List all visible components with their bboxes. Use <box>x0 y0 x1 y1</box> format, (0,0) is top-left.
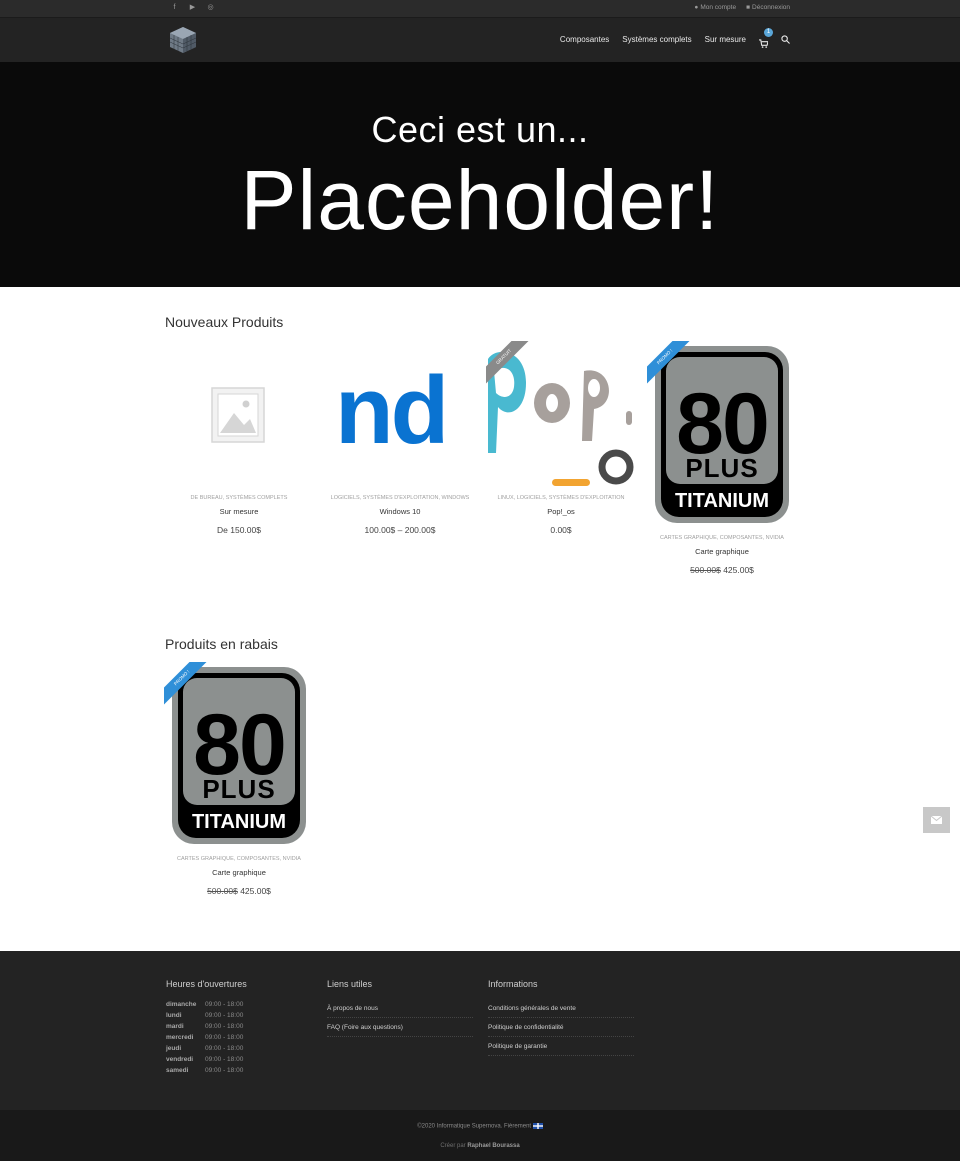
product-price: 500.00$ 425.00$ <box>647 565 797 575</box>
logout-link[interactable]: ■ Déconnexion <box>746 4 790 11</box>
svg-text:PLUS: PLUS <box>202 774 275 804</box>
windows-logo-crop: nd <box>335 357 449 464</box>
hours-row: jeudi 09:00 - 18:00 <box>166 1045 244 1052</box>
credit: Créer par Raphael Bourassa <box>440 1143 520 1149</box>
svg-text:PLUS: PLUS <box>685 453 758 483</box>
cart-icon <box>759 39 769 48</box>
cart-count-badge: 1 <box>764 28 773 37</box>
product-name[interactable]: Carte graphique <box>647 547 797 556</box>
product-card[interactable]: DE BUREAU, SYSTÈMES COMPLETS Sur mesure … <box>164 341 314 535</box>
product-name[interactable]: Windows 10 <box>325 507 475 516</box>
hero-subtitle: Ceci est un... <box>371 109 589 150</box>
product-categories: CARTES GRAPHIQUE, COMPOSANTES, NVIDIA <box>660 535 784 541</box>
product-card[interactable]: 80 PLUS TITANIUM PROMO ! CARTES GRAPHIQU… <box>164 662 314 896</box>
instagram-icon[interactable]: ◎ <box>207 3 214 13</box>
contact-button[interactable] <box>923 807 950 833</box>
links-title: Liens utiles <box>327 979 373 989</box>
credit-author[interactable]: Raphael Bourassa <box>467 1143 519 1149</box>
hours-row: mercredi 09:00 - 18:00 <box>166 1034 244 1041</box>
site-footer: Heures d'ouvertures dimanche 09:00 - 18:0… <box>0 951 960 1110</box>
sale-price: 425.00$ <box>723 565 754 575</box>
product-name[interactable]: Carte graphique <box>164 868 314 877</box>
product-image[interactable]: 80 PLUS TITANIUM PROMO ! <box>647 341 797 534</box>
80plus-titanium-logo: 80 PLUS TITANIUM <box>655 346 789 523</box>
old-price: 500.00$ <box>207 886 238 896</box>
footer-link-about[interactable]: À propos de nous <box>327 999 473 1018</box>
hero-title: Placeholder! <box>240 153 720 247</box>
footer-link-terms[interactable]: Conditions générales de vente <box>488 999 634 1018</box>
product-name[interactable]: Sur mesure <box>164 507 314 516</box>
footer-information: Informations Conditions générales de ven… <box>488 979 634 1056</box>
account-links: ● Mon compte ■ Déconnexion <box>694 4 790 11</box>
nav-composantes[interactable]: Composantes <box>560 35 609 44</box>
cart-button[interactable]: 1 <box>759 28 773 48</box>
product-card[interactable]: 80 PLUS TITANIUM PROMO ! CARTES GRAPHIQU… <box>647 341 797 575</box>
social-links: f ▶ ◎ <box>171 3 214 13</box>
main-nav: Composantes Systèmes complets Sur mesure… <box>560 28 790 48</box>
new-products-title: Nouveaux Produits <box>165 314 284 330</box>
quebec-flag-icon <box>532 1123 543 1129</box>
youtube-icon[interactable]: ▶ <box>189 3 196 13</box>
80plus-titanium-logo: 80 PLUS TITANIUM <box>172 667 306 844</box>
product-price: 100.00$ – 200.00$ <box>364 525 436 535</box>
product-image[interactable]: nd <box>325 341 475 491</box>
product-card[interactable]: GRATUIT LINUX, LOGICIELS, SYSTÈMES D'EXP… <box>486 341 636 535</box>
sale-products-title: Produits en rabais <box>165 636 278 652</box>
product-image[interactable]: GRATUIT <box>486 341 636 491</box>
product-card[interactable]: nd LOGICIELS, SYSTÈMES D'EXPLOITATION, W… <box>325 341 475 535</box>
sale-price: 425.00$ <box>240 886 271 896</box>
hours-title: Heures d'ouvertures <box>166 979 247 989</box>
top-bar: f ▶ ◎ ● Mon compte ■ Déconnexion <box>0 0 960 17</box>
product-image[interactable] <box>164 341 314 491</box>
site-logo[interactable] <box>168 25 198 55</box>
nav-sur-mesure[interactable]: Sur mesure <box>705 35 746 44</box>
hours-row: lundi 09:00 - 18:00 <box>166 1012 244 1019</box>
svg-text:TITANIUM: TITANIUM <box>675 490 769 512</box>
lock-icon: ■ <box>746 4 751 11</box>
product-categories: CARTES GRAPHIQUE, COMPOSANTES, NVIDIA <box>177 856 301 862</box>
hero-banner: Ceci est un... Placeholder! <box>0 62 960 287</box>
old-price: 500.00$ <box>690 565 721 575</box>
product-price: De 150.00$ <box>217 525 261 535</box>
user-icon: ● <box>694 4 699 11</box>
info-title: Informations <box>488 979 538 989</box>
popos-logo <box>488 351 634 486</box>
envelope-icon <box>930 815 943 824</box>
product-name[interactable]: Pop!_os <box>486 507 636 516</box>
product-price: 500.00$ 425.00$ <box>164 886 314 896</box>
hours-row: dimanche 09:00 - 18:00 <box>166 1001 244 1008</box>
footer-useful-links: Liens utiles À propos de nous FAQ (Foire… <box>327 979 473 1037</box>
facebook-icon[interactable]: f <box>171 3 178 13</box>
footer-link-warranty[interactable]: Politique de garantie <box>488 1037 634 1056</box>
hours-row: mardi 09:00 - 18:00 <box>166 1023 244 1030</box>
product-price: 0.00$ <box>550 525 572 535</box>
footer-link-faq[interactable]: FAQ (Foire aux questions) <box>327 1018 473 1037</box>
svg-text:TITANIUM: TITANIUM <box>192 811 286 833</box>
placeholder-image-icon <box>211 387 265 443</box>
footer-hours: Heures d'ouvertures dimanche 09:00 - 18:0… <box>166 979 247 1076</box>
hours-row: samedi 09:00 - 18:00 <box>166 1067 244 1074</box>
product-categories: LOGICIELS, SYSTÈMES D'EXPLOITATION, WIND… <box>330 495 470 501</box>
product-image[interactable]: 80 PLUS TITANIUM PROMO ! <box>164 662 314 855</box>
footer-link-privacy[interactable]: Politique de confidentialité <box>488 1018 634 1037</box>
search-icon[interactable] <box>781 35 790 44</box>
site-header: Composantes Systèmes complets Sur mesure… <box>0 17 960 62</box>
copyright: ©2020 Informatique Supernova. Fièrement <box>0 1123 960 1130</box>
product-categories: DE BUREAU, SYSTÈMES COMPLETS <box>190 495 288 501</box>
footer-bottom: ©2020 Informatique Supernova. Fièrement … <box>0 1110 960 1161</box>
nav-systemes-complets[interactable]: Systèmes complets <box>622 35 691 44</box>
hours-row: vendredi 09:00 - 18:00 <box>166 1056 244 1063</box>
product-categories: LINUX, LOGICIELS, SYSTÈMES D'EXPLOITATIO… <box>497 495 625 501</box>
my-account-link[interactable]: ● Mon compte <box>694 4 736 11</box>
